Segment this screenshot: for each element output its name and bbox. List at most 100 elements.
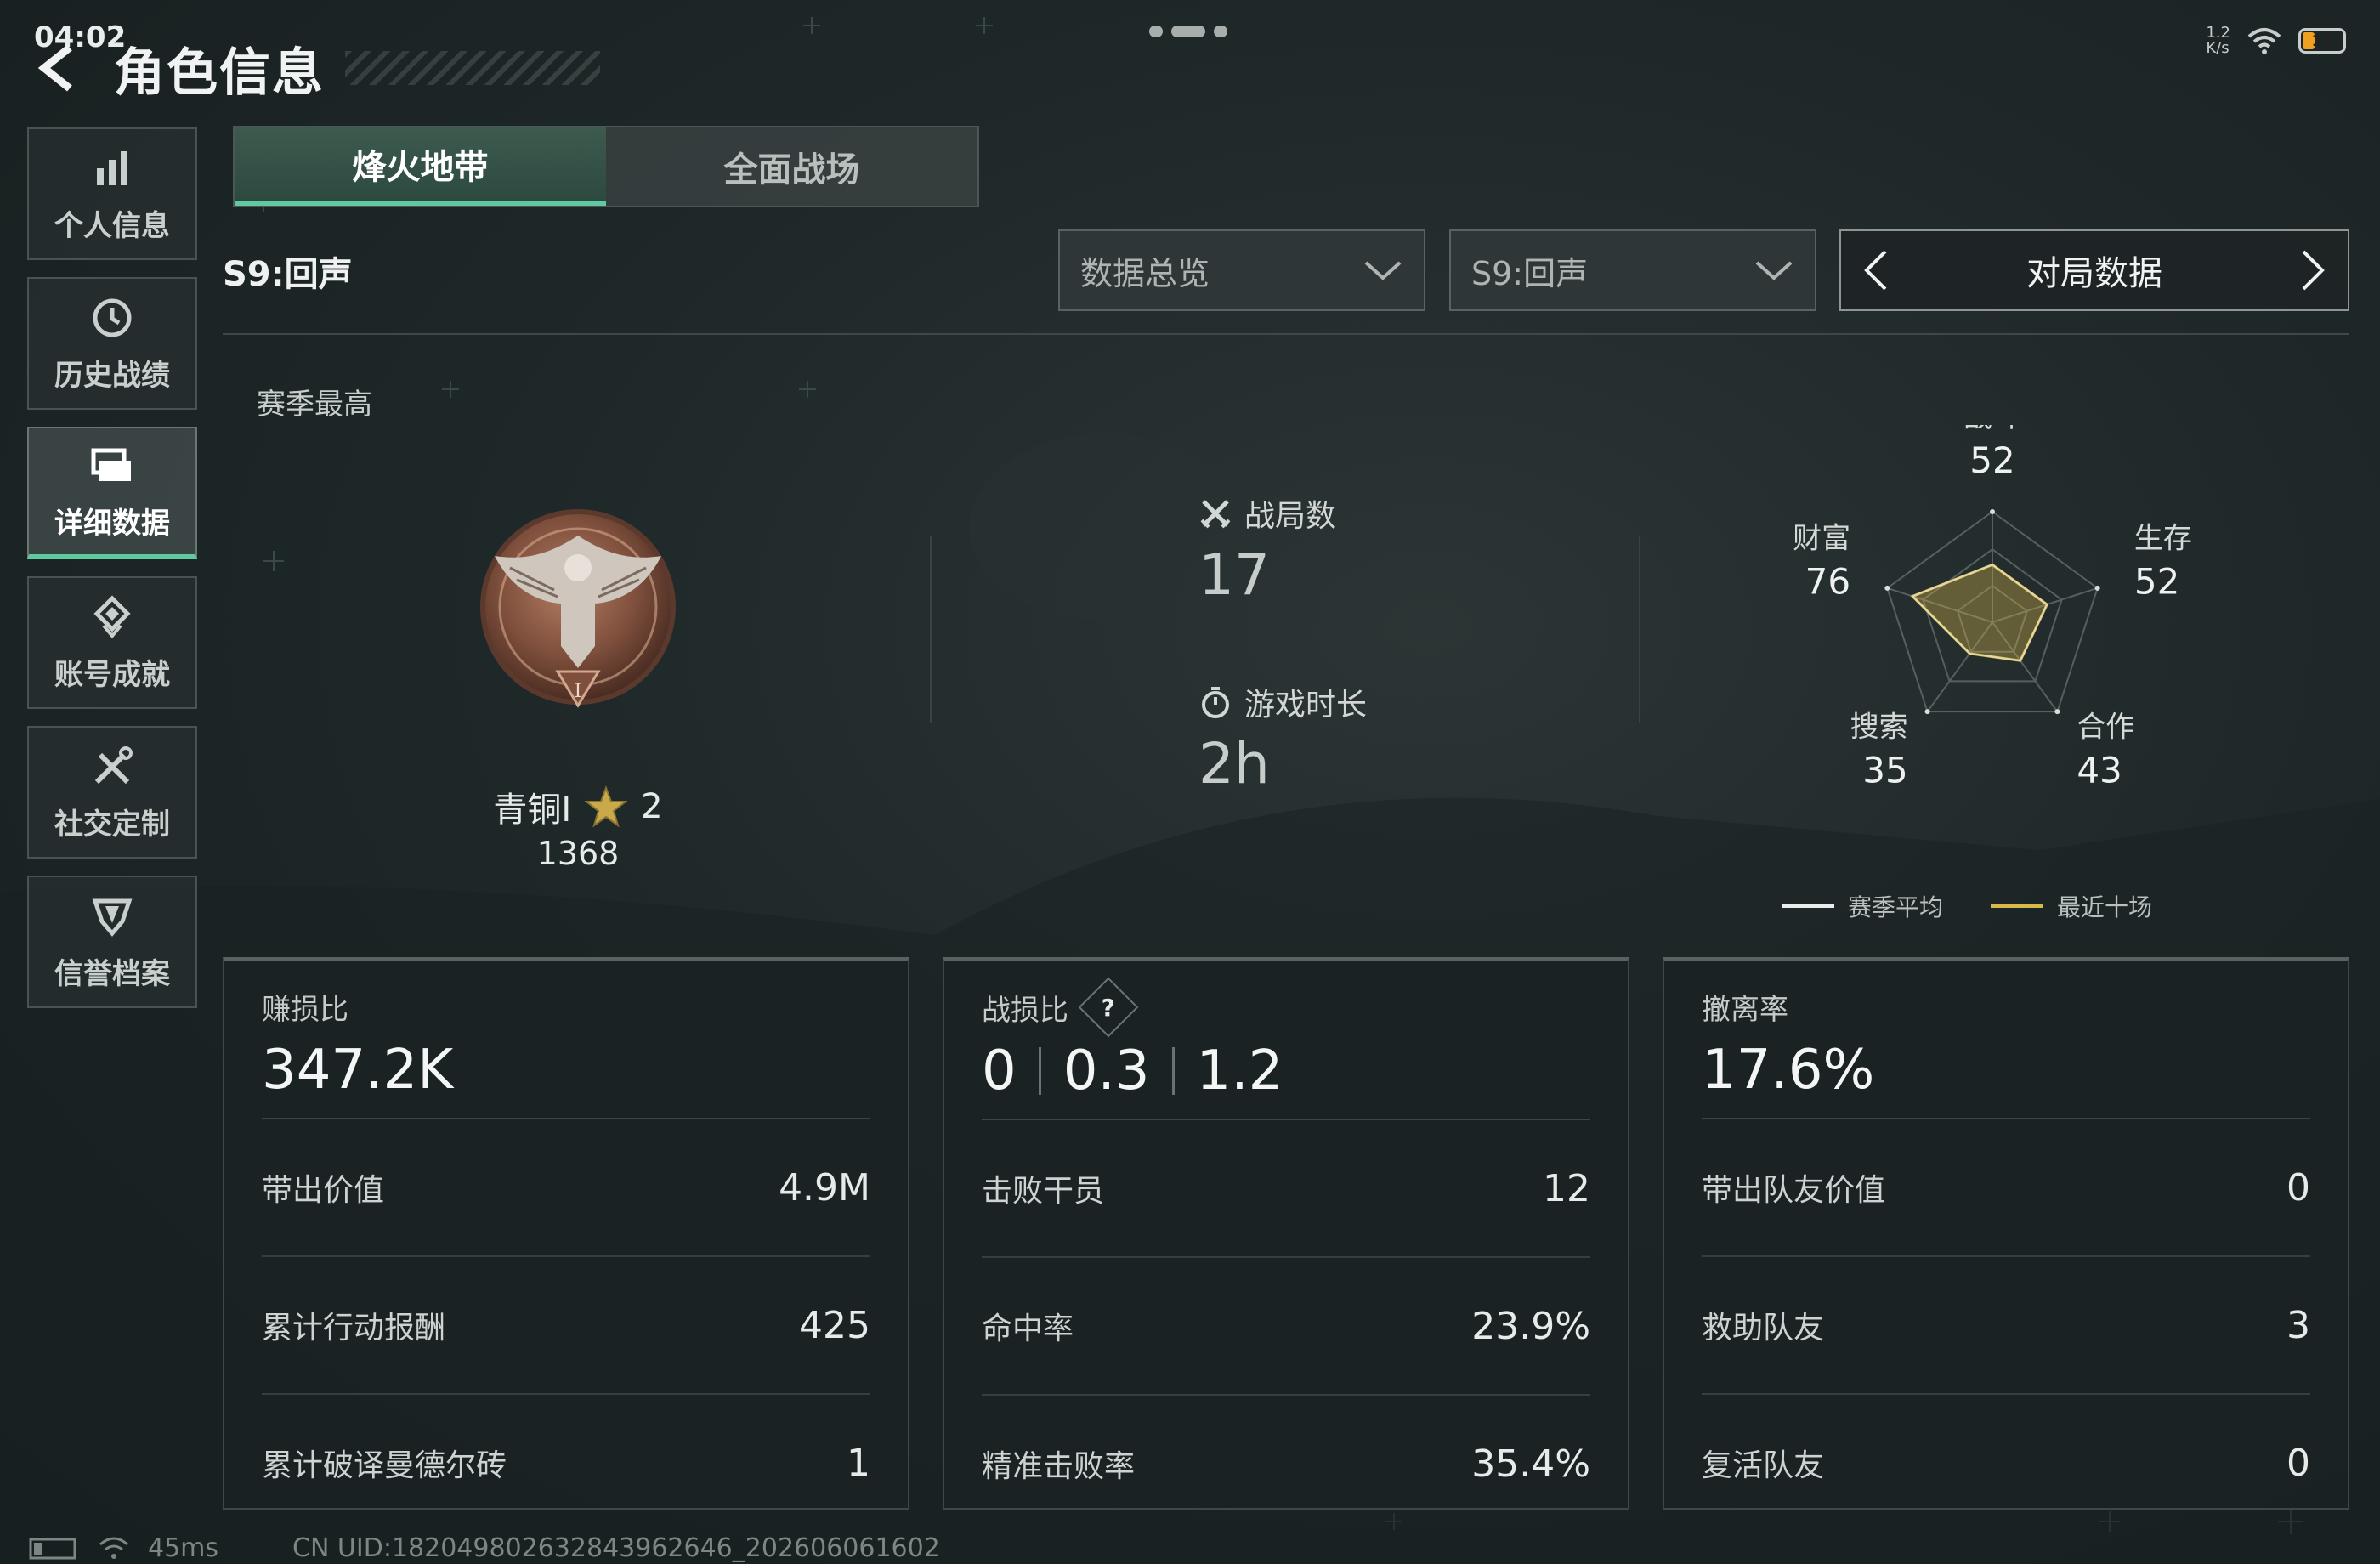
help-button[interactable]: ?: [1078, 977, 1139, 1038]
card-title: 战损比: [982, 993, 1068, 1028]
stat-label: 救助队友: [1702, 1311, 1825, 1346]
overview-divider-1: [930, 536, 932, 722]
overview-dropdown-value: 数据总览: [1080, 254, 1210, 292]
radar-axis-label: 生存: [2134, 522, 2192, 556]
stat-value: 12: [1543, 1166, 1590, 1210]
back-button[interactable]: [26, 34, 94, 102]
stat-row: 复活队友 0: [1702, 1395, 2310, 1531]
stat-value: 3: [2286, 1303, 2310, 1347]
extraction-rate-card: 撤离率 17.6% 带出队友价值 0 救助队友 3 复活队友 0: [1663, 957, 2349, 1510]
stat-row: 累计行动报酬 425: [262, 1257, 870, 1395]
chevron-down-icon: [1755, 261, 1793, 280]
stat-row: 累计破译曼德尔砖 1: [262, 1395, 870, 1531]
season-dropdown[interactable]: S9:回声: [1449, 230, 1816, 311]
kd-ratio-card: 战损比 ? 0 0.3 1.2 击败干员 12 命中率 23.9% 精准击败率 …: [943, 957, 1629, 1510]
sidebar-item-label: 账号成就: [54, 657, 170, 692]
stat-row: 命中率 23.9%: [982, 1258, 1590, 1396]
sidebar-item-social-custom[interactable]: 社交定制: [27, 726, 197, 858]
data-pager: 对局数据: [1839, 230, 2349, 311]
radar-legend: 赛季平均 最近十场: [1782, 889, 2152, 923]
radar-axis-value: 43: [2077, 749, 2122, 790]
star-icon: [585, 785, 628, 828]
footer-status: 45ms: [29, 1533, 218, 1563]
battery-icon: 15: [2298, 28, 2346, 54]
page-title: 角色信息: [114, 42, 325, 103]
stat-label: 累计破译曼德尔砖: [262, 1448, 507, 1483]
stat-value: 425: [799, 1303, 870, 1347]
svg-text:I: I: [575, 681, 582, 702]
kd-value-2: 0.3: [1062, 1040, 1150, 1102]
legend-recent-ten: 最近十场: [1991, 889, 2152, 923]
wifi-icon: [99, 1537, 128, 1559]
stat-row: 击败干员 12: [982, 1120, 1590, 1258]
stat-label: 击败干员: [982, 1174, 1105, 1209]
wifi-icon: [2247, 28, 2281, 54]
bar-chart-icon: [97, 150, 128, 185]
legend-avg-label: 赛季平均: [1848, 893, 1944, 921]
legend-recent-label: 最近十场: [2057, 893, 2153, 921]
playtime-value: 2h: [1198, 731, 1270, 796]
matches-value: 17: [1198, 542, 1270, 608]
sidebar-item-history[interactable]: 历史战绩: [27, 277, 197, 410]
card-big-value: 0 0.3 1.2: [982, 1039, 1590, 1120]
title-decoration: [345, 51, 600, 85]
sidebar-item-personal-info[interactable]: 个人信息: [27, 128, 197, 260]
rank-info: 青铜I 2: [476, 782, 680, 831]
user-uid: CN UID:182049802632843962646_20260606160…: [292, 1533, 940, 1563]
radar-axis-dot: [2054, 709, 2060, 715]
folder-icon: [91, 448, 131, 481]
card-big-value: 17.6%: [1702, 1038, 2310, 1119]
card-title: 赚损比: [262, 993, 348, 1027]
radar-axis-label: 搜索: [1850, 710, 1908, 744]
value-separator: [1171, 1047, 1175, 1095]
card-big-value: 347.2K: [262, 1038, 870, 1119]
season-label: S9:回声: [223, 255, 353, 294]
tab-full-battlefield[interactable]: 全面战场: [606, 128, 978, 206]
sidebar-item-label: 详细数据: [54, 506, 170, 541]
header-divider: [223, 333, 2349, 335]
chevron-left-icon[interactable]: [1862, 248, 1890, 292]
radar-axis-value: 52: [2134, 561, 2179, 603]
pager-label: 对局数据: [2026, 254, 2162, 293]
radar-axis-dot: [1990, 509, 1995, 514]
stat-value: 0: [2286, 1165, 2310, 1210]
history-clock-icon: [93, 298, 132, 337]
stat-label: 带出价值: [262, 1173, 385, 1208]
sidebar-item-reputation[interactable]: 信誉档案: [27, 876, 197, 1008]
stat-value: 23.9%: [1471, 1304, 1590, 1348]
shield-icon: [92, 898, 133, 937]
battery-level: 15: [2311, 31, 2333, 50]
chevron-down-icon: [1364, 261, 1402, 280]
stat-value: 35.4%: [1471, 1442, 1590, 1486]
card-title: 撤离率: [1702, 993, 1788, 1027]
playtime-label: 游戏时长: [1244, 688, 1368, 722]
sidebar-item-detailed-data[interactable]: 详细数据: [27, 427, 197, 559]
radar-axis-value: 35: [1862, 749, 1907, 790]
kd-value-1: 0: [982, 1040, 1017, 1102]
legend-season-average: 赛季平均: [1782, 889, 1943, 923]
stat-label: 命中率: [982, 1312, 1074, 1346]
ping-value: 45ms: [148, 1533, 219, 1563]
value-separator: [1038, 1047, 1041, 1095]
chevron-right-icon[interactable]: [2298, 248, 2327, 292]
page-header: 角色信息: [26, 26, 600, 110]
rank-score: 1368: [536, 835, 620, 872]
radar-axis-dot: [1924, 709, 1930, 715]
tools-icon: [94, 745, 133, 784]
stopwatch-icon: [1202, 687, 1229, 718]
rank-stars: 2: [641, 787, 663, 826]
stat-row: 救助队友 3: [1702, 1257, 2310, 1395]
tab-beacon-zone[interactable]: 烽火地带: [235, 128, 606, 206]
kd-value-3: 1.2: [1196, 1040, 1284, 1102]
radar-axis-label: 战斗: [1964, 425, 2021, 434]
ability-radar-chart: 战斗 52 生存 52 合作 43 搜索 35 财富 76: [1793, 425, 2192, 790]
overview-dropdown[interactable]: 数据总览: [1058, 230, 1425, 311]
stat-label: 精准击败率: [982, 1449, 1136, 1484]
crossed-swords-icon: [1200, 500, 1231, 529]
stat-label: 复活队友: [1702, 1448, 1825, 1483]
matches-stat: 战局数 17: [1198, 491, 1336, 608]
stat-row: 精准击败率 35.4%: [982, 1396, 1590, 1532]
sidebar-item-achievements[interactable]: 账号成就: [27, 576, 197, 709]
window-handle[interactable]: [1149, 26, 1227, 37]
radar-axis-label: 财富: [1793, 522, 1850, 556]
